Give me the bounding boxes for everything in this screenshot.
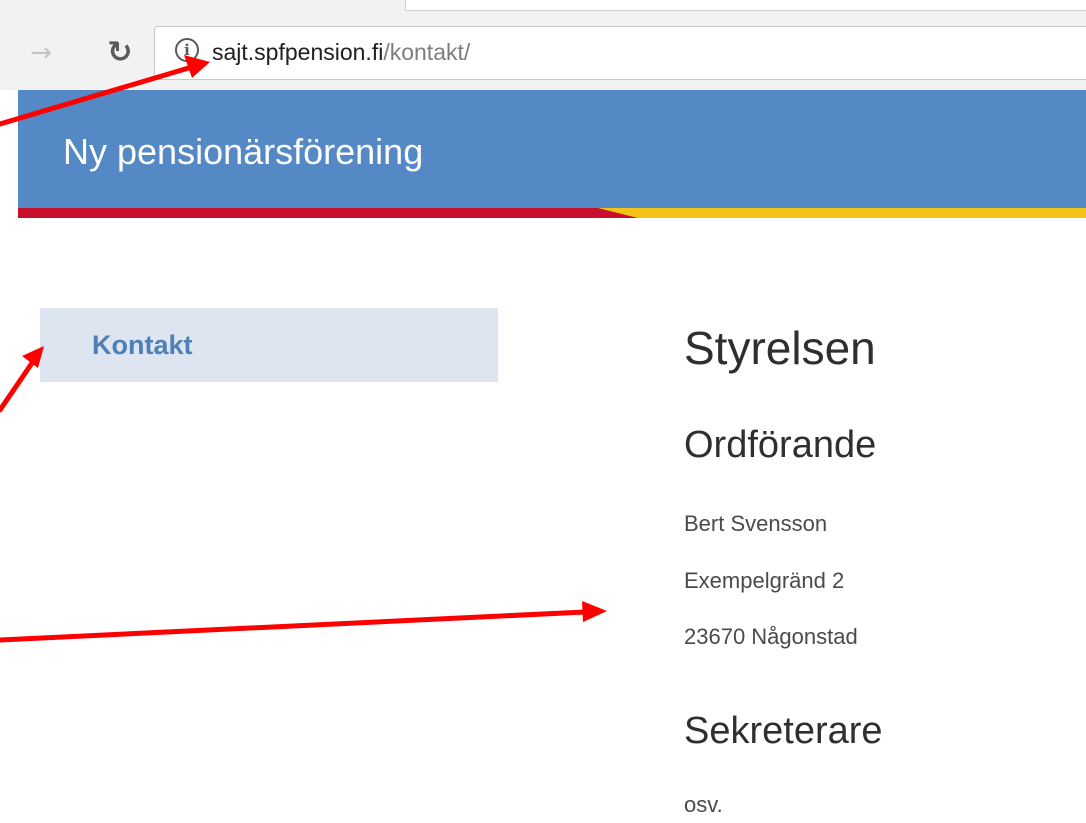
arrow-to-content-icon [0,601,607,643]
arrow-right-icon[interactable]: → [26,33,56,73]
contact-name: Bert Svensson [684,511,828,536]
header-stripe [18,208,1086,218]
address-bar[interactable]: i sajt.spfpension.fi/kontakt/ [154,26,1086,80]
section-heading-sekreterare: Sekreterare [684,710,883,752]
url-text[interactable]: sajt.spfpension.fi/kontakt/ [212,37,470,67]
page-title: Styrelsen [684,322,876,374]
section-text-osv: osv. [684,792,723,817]
contact-postal: 23670 Någonstad [684,624,858,649]
arrow-to-sidebar-icon [0,346,44,413]
info-icon[interactable]: i [175,38,199,62]
sidebar-item-label: Kontakt [92,330,193,360]
sidebar-item-kontakt[interactable]: Kontakt [40,308,498,382]
contact-street: Exempelgränd 2 [684,568,845,593]
browser-toolbar: → ↻ i sajt.spfpension.fi/kontakt/ [0,0,1086,90]
site-title[interactable]: Ny pensionärsförening [63,130,423,174]
site-header: Ny pensionärsförening [18,90,1086,208]
browser-tab-edge [405,0,1086,11]
url-path: /kontakt/ [383,39,471,65]
header-stripe-red [18,208,638,218]
page: → ↻ i sajt.spfpension.fi/kontakt/ Ny pen… [0,0,1086,823]
url-host: sajt.spfpension.fi [212,39,384,65]
section-heading-ordforande: Ordförande [684,424,877,466]
reload-icon[interactable]: ↻ [102,33,138,73]
